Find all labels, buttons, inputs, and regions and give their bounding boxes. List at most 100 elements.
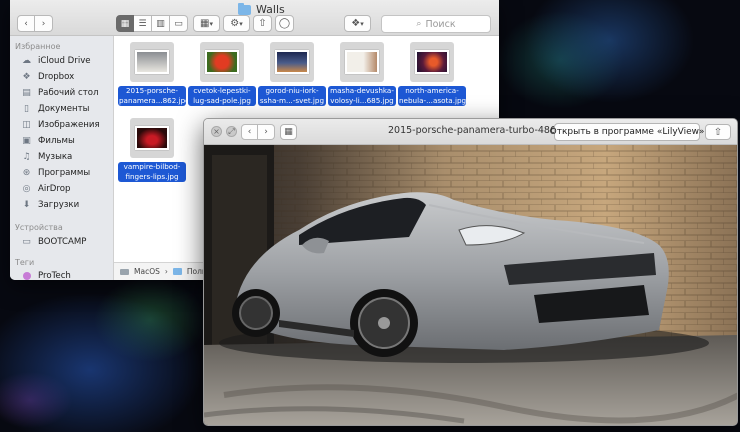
airdrop-icon: ◎ bbox=[22, 183, 31, 194]
desktop-icon: ▤ bbox=[22, 87, 31, 98]
file-item[interactable]: north-america- nebula-...asota.jpg bbox=[396, 40, 468, 112]
sidebar-item-bootcamp[interactable]: ▭ BOOTCAMP bbox=[21, 235, 87, 249]
column-view-button[interactable]: ▥ bbox=[152, 15, 170, 32]
file-name-line: ssha-m...-svet.jpg bbox=[259, 96, 325, 105]
share-icon: ⇧ bbox=[713, 126, 723, 138]
file-name-line: nebula-...asota.jpg bbox=[399, 96, 466, 105]
applications-icon: ⊛ bbox=[22, 167, 31, 178]
file-name-line: lug-sad-pole.jpg bbox=[193, 96, 251, 105]
nav-buttons: ‹ › bbox=[17, 15, 53, 32]
file-thumbnail-frame bbox=[270, 42, 314, 82]
file-thumbnail-frame bbox=[410, 42, 454, 82]
sidebar-item-label: AirDrop bbox=[38, 184, 71, 194]
file-name: north-america- nebula-...asota.jpg bbox=[398, 86, 466, 106]
edit-tags-button[interactable]: ◯ bbox=[275, 15, 294, 32]
index-sheet-button[interactable]: ▦ bbox=[280, 124, 297, 140]
view-mode-switcher: ▦ ☰ ▥ ▭ bbox=[116, 15, 188, 32]
file-item[interactable]: gorod-niu-iork- ssha-m...-svet.jpg bbox=[256, 40, 328, 112]
path-separator-icon: › bbox=[164, 267, 168, 276]
sidebar-item-music[interactable]: ♫ Музыка bbox=[21, 150, 72, 164]
quicklook-preview-image bbox=[204, 145, 737, 425]
gear-icon: ⚙ bbox=[230, 18, 240, 29]
previous-button[interactable]: ‹ bbox=[241, 124, 258, 140]
sidebar-item-airdrop[interactable]: ◎ AirDrop bbox=[21, 182, 71, 196]
sidebar-item-label: ProTech bbox=[38, 271, 71, 280]
sidebar-item-desktop[interactable]: ▤ Рабочий стол bbox=[21, 86, 98, 100]
movies-icon: ▣ bbox=[22, 135, 31, 146]
folder-icon bbox=[238, 2, 251, 15]
file-name-line: panamera...862.jpg bbox=[119, 96, 186, 105]
sidebar-item-applications[interactable]: ⊛ Программы bbox=[21, 166, 90, 180]
columns-icon: ▥ bbox=[156, 18, 165, 29]
chevron-right-icon: › bbox=[41, 18, 46, 29]
sidebar-item-label: Документы bbox=[38, 104, 90, 114]
file-name: masha-devushka- volosy-li...685.jpg bbox=[328, 86, 396, 106]
sidebar-item-label: BOOTCAMP bbox=[38, 237, 87, 247]
forward-button[interactable]: › bbox=[35, 15, 53, 32]
downloads-icon: ⬇ bbox=[22, 199, 31, 210]
share-icon: ⇧ bbox=[258, 18, 267, 29]
icon-view-button[interactable]: ▦ bbox=[116, 15, 134, 32]
quicklook-window: × ⤢ ‹ › ▦ 2015-porsche-panamera-turbo-48… bbox=[203, 118, 738, 426]
sidebar-item-label: iCloud Drive bbox=[38, 56, 91, 66]
file-name-line: vampire-bilbod- bbox=[123, 162, 181, 171]
share-button[interactable]: ⇧ bbox=[705, 124, 731, 140]
sidebar-item-movies[interactable]: ▣ Фильмы bbox=[21, 134, 75, 148]
sidebar-item-icloud-drive[interactable]: ☁ iCloud Drive bbox=[21, 54, 91, 68]
finder-sidebar: Избранное ☁ iCloud Drive ❖ Dropbox ▤ Раб… bbox=[10, 36, 114, 280]
list-view-button[interactable]: ☰ bbox=[134, 15, 152, 32]
file-thumbnail-frame bbox=[130, 42, 174, 82]
sidebar-item-dropbox[interactable]: ❖ Dropbox bbox=[21, 70, 74, 84]
action-button[interactable]: ⚙ ▾ bbox=[223, 15, 250, 32]
file-name: cvetok-lepestki- lug-sad-pole.jpg bbox=[188, 86, 256, 106]
chevron-left-icon: ‹ bbox=[24, 18, 28, 29]
sidebar-item-downloads[interactable]: ⬇ Загрузки bbox=[21, 198, 79, 212]
dropbox-toolbar-button[interactable]: ❖ ▾ bbox=[344, 15, 371, 32]
file-item[interactable]: cvetok-lepestki- lug-sad-pole.jpg bbox=[186, 40, 258, 112]
arrange-button[interactable]: ▦ ▾ bbox=[193, 15, 220, 32]
cover-flow-button[interactable]: ▭ bbox=[170, 15, 188, 32]
fullscreen-button[interactable]: ⤢ bbox=[226, 126, 237, 137]
sidebar-section-favorites: Избранное bbox=[15, 42, 61, 51]
file-name-line: gorod-niu-iork- bbox=[265, 86, 319, 95]
chevron-left-icon: ‹ bbox=[247, 127, 252, 137]
next-button[interactable]: › bbox=[258, 124, 275, 140]
arrange-grid-icon: ▦ bbox=[200, 18, 210, 29]
chevron-down-icon: ▾ bbox=[239, 19, 243, 28]
back-button[interactable]: ‹ bbox=[17, 15, 35, 32]
file-name: gorod-niu-iork- ssha-m...-svet.jpg bbox=[258, 86, 326, 106]
file-name-line: masha-devushka- bbox=[330, 86, 394, 95]
file-thumbnail bbox=[135, 126, 169, 150]
search-field[interactable]: ⌕ Поиск bbox=[381, 15, 491, 33]
music-icon: ♫ bbox=[22, 151, 31, 162]
sidebar-item-documents[interactable]: ▯ Документы bbox=[21, 102, 89, 116]
file-thumbnail bbox=[135, 50, 169, 74]
tag-icon: ◯ bbox=[278, 18, 291, 29]
chevron-down-icon: ▾ bbox=[209, 19, 213, 28]
sidebar-item-label: Программы bbox=[38, 168, 91, 178]
file-thumbnail bbox=[415, 50, 449, 74]
grid-icon: ▦ bbox=[284, 127, 293, 137]
share-button[interactable]: ⇧ bbox=[253, 15, 272, 32]
open-with-app-button[interactable]: Открыть в программе «LilyView» bbox=[550, 123, 704, 141]
file-item[interactable]: masha-devushka- volosy-li...685.jpg bbox=[326, 40, 398, 112]
file-item[interactable]: 2015-porsche- panamera...862.jpg bbox=[116, 40, 188, 112]
file-item[interactable]: vampire-bilbod- fingers-lips.jpg bbox=[116, 116, 188, 188]
grid-icon: ▦ bbox=[120, 18, 130, 29]
fullscreen-icon: ⤢ bbox=[228, 126, 235, 136]
close-icon: × bbox=[213, 126, 220, 136]
documents-icon: ▯ bbox=[24, 103, 29, 114]
sidebar-item-tag-protech[interactable]: ProTech bbox=[21, 269, 71, 280]
file-thumbnail-frame bbox=[130, 118, 174, 158]
cover-flow-icon: ▭ bbox=[174, 18, 183, 29]
file-name-line: volosy-li...685.jpg bbox=[330, 96, 394, 105]
file-name-line: fingers-lips.jpg bbox=[125, 172, 179, 181]
path-segment-disk[interactable]: MacOS bbox=[134, 267, 160, 276]
sidebar-item-label: Фильмы bbox=[38, 136, 75, 146]
sidebar-item-label: Dropbox bbox=[38, 72, 75, 82]
close-button[interactable]: × bbox=[211, 126, 222, 137]
file-thumbnail bbox=[345, 50, 379, 74]
disk-icon: ▭ bbox=[22, 236, 31, 247]
sidebar-item-pictures[interactable]: ◫ Изображения bbox=[21, 118, 99, 132]
dropbox-icon: ❖ bbox=[351, 18, 361, 29]
